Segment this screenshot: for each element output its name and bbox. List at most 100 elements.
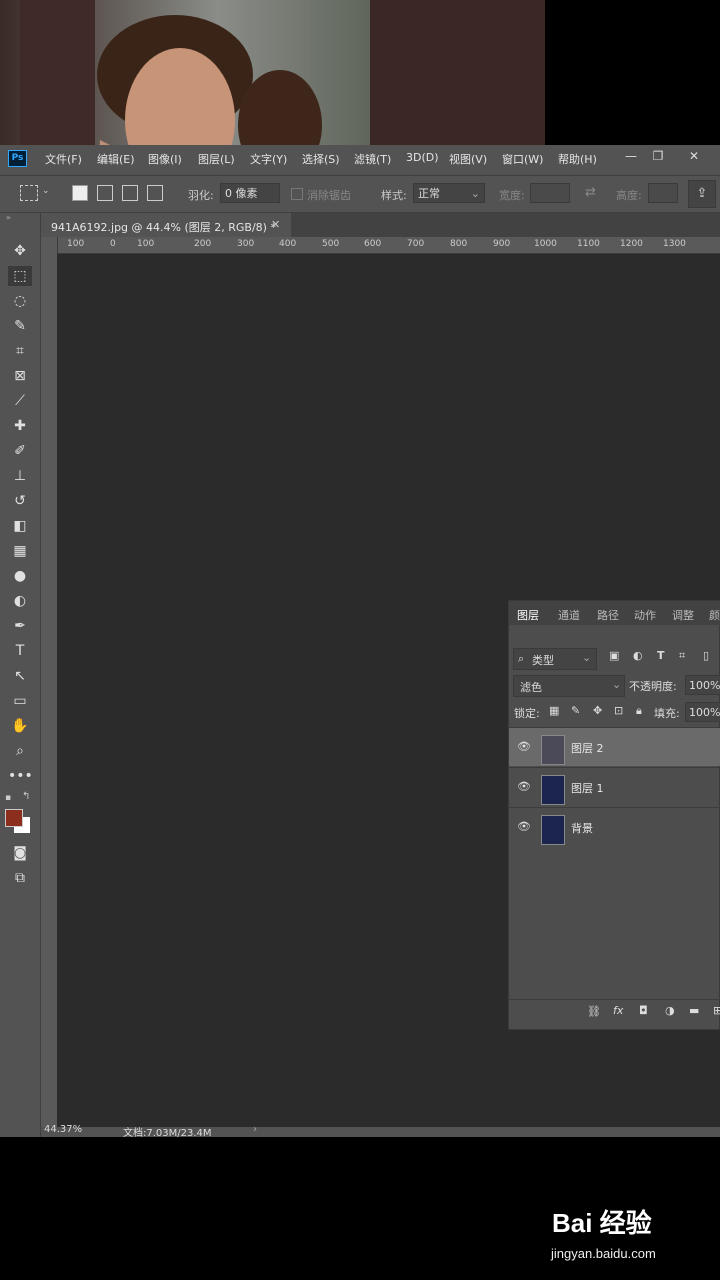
menu-edit[interactable]: 编辑(E) (97, 151, 135, 167)
menu-filter[interactable]: 滤镜(T) (354, 151, 391, 167)
opacity-input[interactable]: 100% (685, 675, 720, 695)
move-tool-icon[interactable]: ✥ (8, 241, 32, 261)
quick-mask-icon[interactable]: ◙ (8, 843, 32, 863)
intersect-selection-icon[interactable] (147, 185, 163, 201)
lock-position-icon[interactable]: ✥ (593, 704, 602, 717)
menu-window[interactable]: 窗口(W) (502, 151, 543, 167)
add-mask-icon[interactable]: ◘ (639, 1004, 648, 1017)
fx-icon[interactable]: fx (613, 1004, 623, 1017)
ruler-tick: 200 (194, 239, 212, 249)
pixel-filter-icon[interactable]: ▣ (609, 649, 619, 662)
visibility-eye-icon[interactable]: 👁︎ (517, 780, 531, 794)
expand-panel-icon[interactable]: » (6, 213, 11, 222)
lasso-tool-icon[interactable]: ◌ (8, 291, 32, 311)
feather-input[interactable]: 0 像素 (220, 183, 280, 203)
antialias-label: 消除锯齿 (307, 189, 351, 202)
shape-filter-icon[interactable]: ⌗ (679, 649, 685, 663)
style-select[interactable]: 正常 ⌄ (413, 183, 485, 203)
lock-all-icon[interactable]: 🔒︎ (636, 704, 642, 718)
swap-icon[interactable]: ⇄ (585, 185, 596, 200)
close-icon[interactable]: ✕ (681, 147, 707, 165)
ruler-tick: 1300 (663, 239, 686, 249)
stamp-tool-icon[interactable]: ⊥ (8, 466, 32, 486)
lock-image-icon[interactable]: ✎ (571, 704, 580, 717)
marquee-preset-icon[interactable] (20, 185, 38, 201)
visibility-eye-icon[interactable]: 👁︎ (517, 740, 531, 754)
chevron-down-icon[interactable]: ⌄ (42, 186, 50, 196)
minimize-icon[interactable]: — (618, 147, 644, 165)
close-tab-icon[interactable]: ✕ (271, 218, 280, 231)
crop-tool-icon[interactable]: ⌗ (8, 341, 32, 361)
smart-object-filter-icon[interactable]: ▯ (703, 649, 709, 662)
fill-input[interactable]: 100% (685, 702, 720, 722)
tab-adjustments[interactable]: 调整 (672, 607, 694, 623)
blend-mode-select[interactable]: 滤色 ⌄ (513, 675, 625, 697)
layer-filter-select[interactable]: ⌕ 类型 ⌄ (513, 648, 597, 670)
foreground-color-swatch[interactable] (5, 809, 23, 827)
zoom-tool-icon[interactable]: ⌕ (8, 741, 32, 761)
horizontal-ruler: 100 0 100 200 300 400 500 600 700 800 90… (57, 237, 720, 254)
layer-row[interactable]: 👁︎ 图层 1 (509, 767, 720, 806)
new-layer-icon[interactable]: ⊞ (713, 1004, 720, 1017)
height-input[interactable] (648, 183, 678, 203)
screen-mode-icon[interactable]: ⧉ (8, 868, 32, 888)
eyedropper-tool-icon[interactable]: ⟋ (8, 391, 32, 411)
hand-tool-icon[interactable]: ✋ (8, 716, 32, 736)
path-select-tool-icon[interactable]: ↖ (8, 666, 32, 686)
chevron-right-icon[interactable]: › (253, 1124, 257, 1135)
menu-select[interactable]: 选择(S) (302, 151, 340, 167)
ruler-tick: 1200 (620, 239, 643, 249)
link-layers-icon[interactable]: ⛓︎ (587, 1005, 601, 1018)
zoom-level[interactable]: 44.37% (44, 1124, 82, 1135)
layer-row[interactable]: 👁︎ 图层 2 (509, 727, 720, 766)
add-selection-icon[interactable] (97, 185, 113, 201)
document-tab[interactable]: 941A6192.jpg @ 44.4% (图层 2, RGB/8) * ✕ (41, 213, 291, 237)
history-brush-tool-icon[interactable]: ↺ (8, 491, 32, 511)
quick-select-tool-icon[interactable]: ✎ (8, 316, 32, 336)
style-value: 正常 (418, 187, 440, 200)
new-group-icon[interactable]: ▬ (689, 1004, 699, 1017)
menu-image[interactable]: 图像(I) (148, 151, 182, 167)
menu-layer[interactable]: 图层(L) (198, 151, 235, 167)
healing-tool-icon[interactable]: ✚ (8, 416, 32, 436)
menu-type[interactable]: 文字(Y) (250, 151, 287, 167)
dodge-tool-icon[interactable]: ◐ (8, 591, 32, 611)
blur-tool-icon[interactable]: ● (8, 566, 32, 586)
tab-channels[interactable]: 通道 (558, 607, 580, 623)
marquee-tool-icon[interactable]: ⬚ (8, 266, 32, 286)
lock-artboard-icon[interactable]: ⊡ (614, 704, 623, 717)
subtract-selection-icon[interactable] (122, 185, 138, 201)
antialias-checkbox[interactable] (291, 188, 303, 200)
lock-transparent-icon[interactable]: ▦ (549, 704, 559, 717)
adjustment-filter-icon[interactable]: ◐ (633, 649, 643, 662)
share-icon[interactable]: ⇪ (688, 180, 716, 208)
frame-tool-icon[interactable]: ⊠ (8, 366, 32, 386)
new-selection-icon[interactable] (72, 185, 88, 201)
more-tools-icon[interactable]: ••• (8, 766, 33, 786)
menu-file[interactable]: 文件(F) (45, 151, 82, 167)
document-info: 文档:7.03M/23.4M (123, 1128, 212, 1137)
gradient-tool-icon[interactable]: ▦ (8, 541, 32, 561)
eraser-tool-icon[interactable]: ◧ (8, 516, 32, 536)
ruler-tick: 300 (237, 239, 255, 249)
watermark-url: jingyan.baidu.com (551, 1246, 656, 1261)
swap-colors-icon[interactable]: ↰ (22, 791, 30, 802)
tab-paths[interactable]: 路径 (597, 607, 619, 623)
menu-3d[interactable]: 3D(D) (406, 151, 439, 164)
menu-help[interactable]: 帮助(H) (558, 151, 597, 167)
type-tool-icon[interactable]: T (8, 641, 32, 661)
brush-tool-icon[interactable]: ✐ (8, 441, 32, 461)
tab-actions[interactable]: 动作 (634, 607, 656, 623)
type-filter-icon[interactable]: T (657, 649, 665, 662)
tab-layers[interactable]: 图层 (517, 607, 539, 623)
visibility-eye-icon[interactable]: 👁︎ (517, 820, 531, 834)
rectangle-tool-icon[interactable]: ▭ (8, 691, 32, 711)
default-colors-icon[interactable]: ▪ (5, 793, 11, 803)
menu-view[interactable]: 视图(V) (449, 151, 487, 167)
adjustment-layer-icon[interactable]: ◑ (665, 1004, 675, 1017)
pen-tool-icon[interactable]: ✒ (8, 616, 32, 636)
tab-color[interactable]: 颜 (709, 607, 720, 623)
width-input[interactable] (530, 183, 570, 203)
restore-icon[interactable]: ❐ (645, 147, 671, 165)
layer-row[interactable]: 👁︎ 背景 (509, 807, 720, 846)
